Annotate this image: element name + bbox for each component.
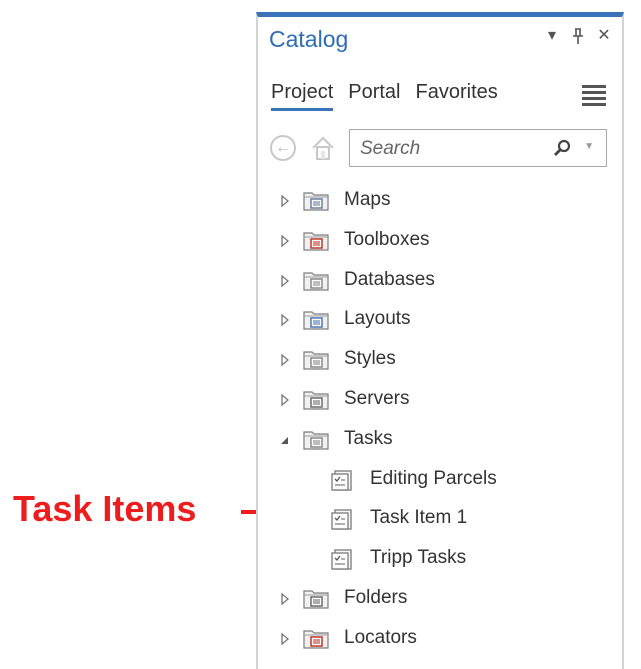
tab-portal[interactable]: Portal xyxy=(348,81,400,111)
tree-item-styles[interactable]: Styles xyxy=(258,344,618,374)
tree-item-label: Editing Parcels xyxy=(370,467,497,489)
tree-item-label: Tasks xyxy=(344,427,393,449)
pane-title: Catalog xyxy=(269,26,349,52)
tree-item-locators[interactable]: Locators xyxy=(258,623,618,653)
tree-item-databases[interactable]: Databases xyxy=(258,265,618,295)
collapsed-triangle-icon[interactable] xyxy=(280,234,290,248)
collapsed-triangle-icon[interactable] xyxy=(280,194,290,208)
tree-task-item[interactable]: Editing Parcels xyxy=(258,464,618,494)
tree-item-label: Folders xyxy=(344,587,408,608)
search-options-caret-icon[interactable]: ▼ xyxy=(584,141,594,152)
tree-item-label: Toolboxes xyxy=(344,228,430,250)
tree-item-label: Tripp Tasks xyxy=(370,547,467,569)
collapsed-triangle-icon[interactable] xyxy=(280,592,290,606)
collapsed-triangle-icon[interactable] xyxy=(280,274,290,287)
expanded-triangle-icon[interactable] xyxy=(280,433,290,445)
tree-item-folders[interactable]: Folders xyxy=(258,583,618,613)
toolboxes-folder-icon xyxy=(303,229,329,251)
tree-task-item[interactable]: Tripp Tasks xyxy=(258,543,618,573)
task-item-icon xyxy=(330,547,356,570)
tab-project[interactable]: Project xyxy=(271,81,334,111)
search-input[interactable] xyxy=(358,136,542,162)
tree-item-label: Maps xyxy=(344,189,391,210)
tab-favorites[interactable]: Favorites xyxy=(416,81,498,111)
tree-item-toolboxes[interactable]: Toolboxes xyxy=(258,225,618,255)
servers-folder-icon xyxy=(303,388,329,410)
tasks-folder-icon xyxy=(303,428,329,450)
styles-folder-icon xyxy=(303,348,329,370)
back-arrow-icon[interactable]: ← xyxy=(270,135,296,161)
close-icon[interactable]: ✕ xyxy=(596,27,612,45)
folders-folder-icon xyxy=(303,587,329,609)
tree-item-label: Servers xyxy=(344,388,410,409)
chevron-down-icon[interactable]: ▾ xyxy=(544,27,560,45)
tree-item-layouts[interactable]: Layouts xyxy=(258,304,618,334)
collapsed-triangle-icon[interactable] xyxy=(280,353,290,367)
tree-item-label: Locators xyxy=(344,626,417,648)
databases-folder-icon xyxy=(303,269,329,291)
tree-item-label: Layouts xyxy=(344,308,411,330)
pin-icon[interactable] xyxy=(570,27,586,45)
tree-task-item[interactable]: Task Item 1 xyxy=(258,503,618,533)
tree-item-servers[interactable]: Servers xyxy=(258,384,618,414)
home-icon[interactable] xyxy=(310,135,336,161)
tree-item-label: Task Item 1 xyxy=(370,507,468,529)
collapsed-triangle-icon[interactable] xyxy=(280,393,290,407)
catalog-pane: Catalog ▾ ✕ Project Portal Favorites ← ▼ xyxy=(256,12,624,669)
maps-folder-icon xyxy=(303,189,329,211)
menu-icon[interactable] xyxy=(582,85,606,106)
task-item-icon xyxy=(330,507,356,531)
tree-item-maps[interactable]: Maps xyxy=(258,185,618,215)
layouts-folder-icon xyxy=(303,308,329,330)
tree-item-label: Databases xyxy=(344,268,435,290)
task-items-annotation-label: Task Items xyxy=(13,488,197,529)
search-icon[interactable] xyxy=(552,139,572,159)
locators-folder-icon xyxy=(303,627,329,649)
collapsed-triangle-icon[interactable] xyxy=(280,632,290,646)
catalog-tabs: Project Portal Favorites xyxy=(271,81,498,111)
task-item-icon xyxy=(330,468,356,491)
collapsed-triangle-icon[interactable] xyxy=(280,313,290,327)
tree-item-tasks[interactable]: Tasks xyxy=(258,424,618,454)
tree-item-label: Styles xyxy=(344,348,396,370)
search-box: ▼ xyxy=(349,129,607,167)
